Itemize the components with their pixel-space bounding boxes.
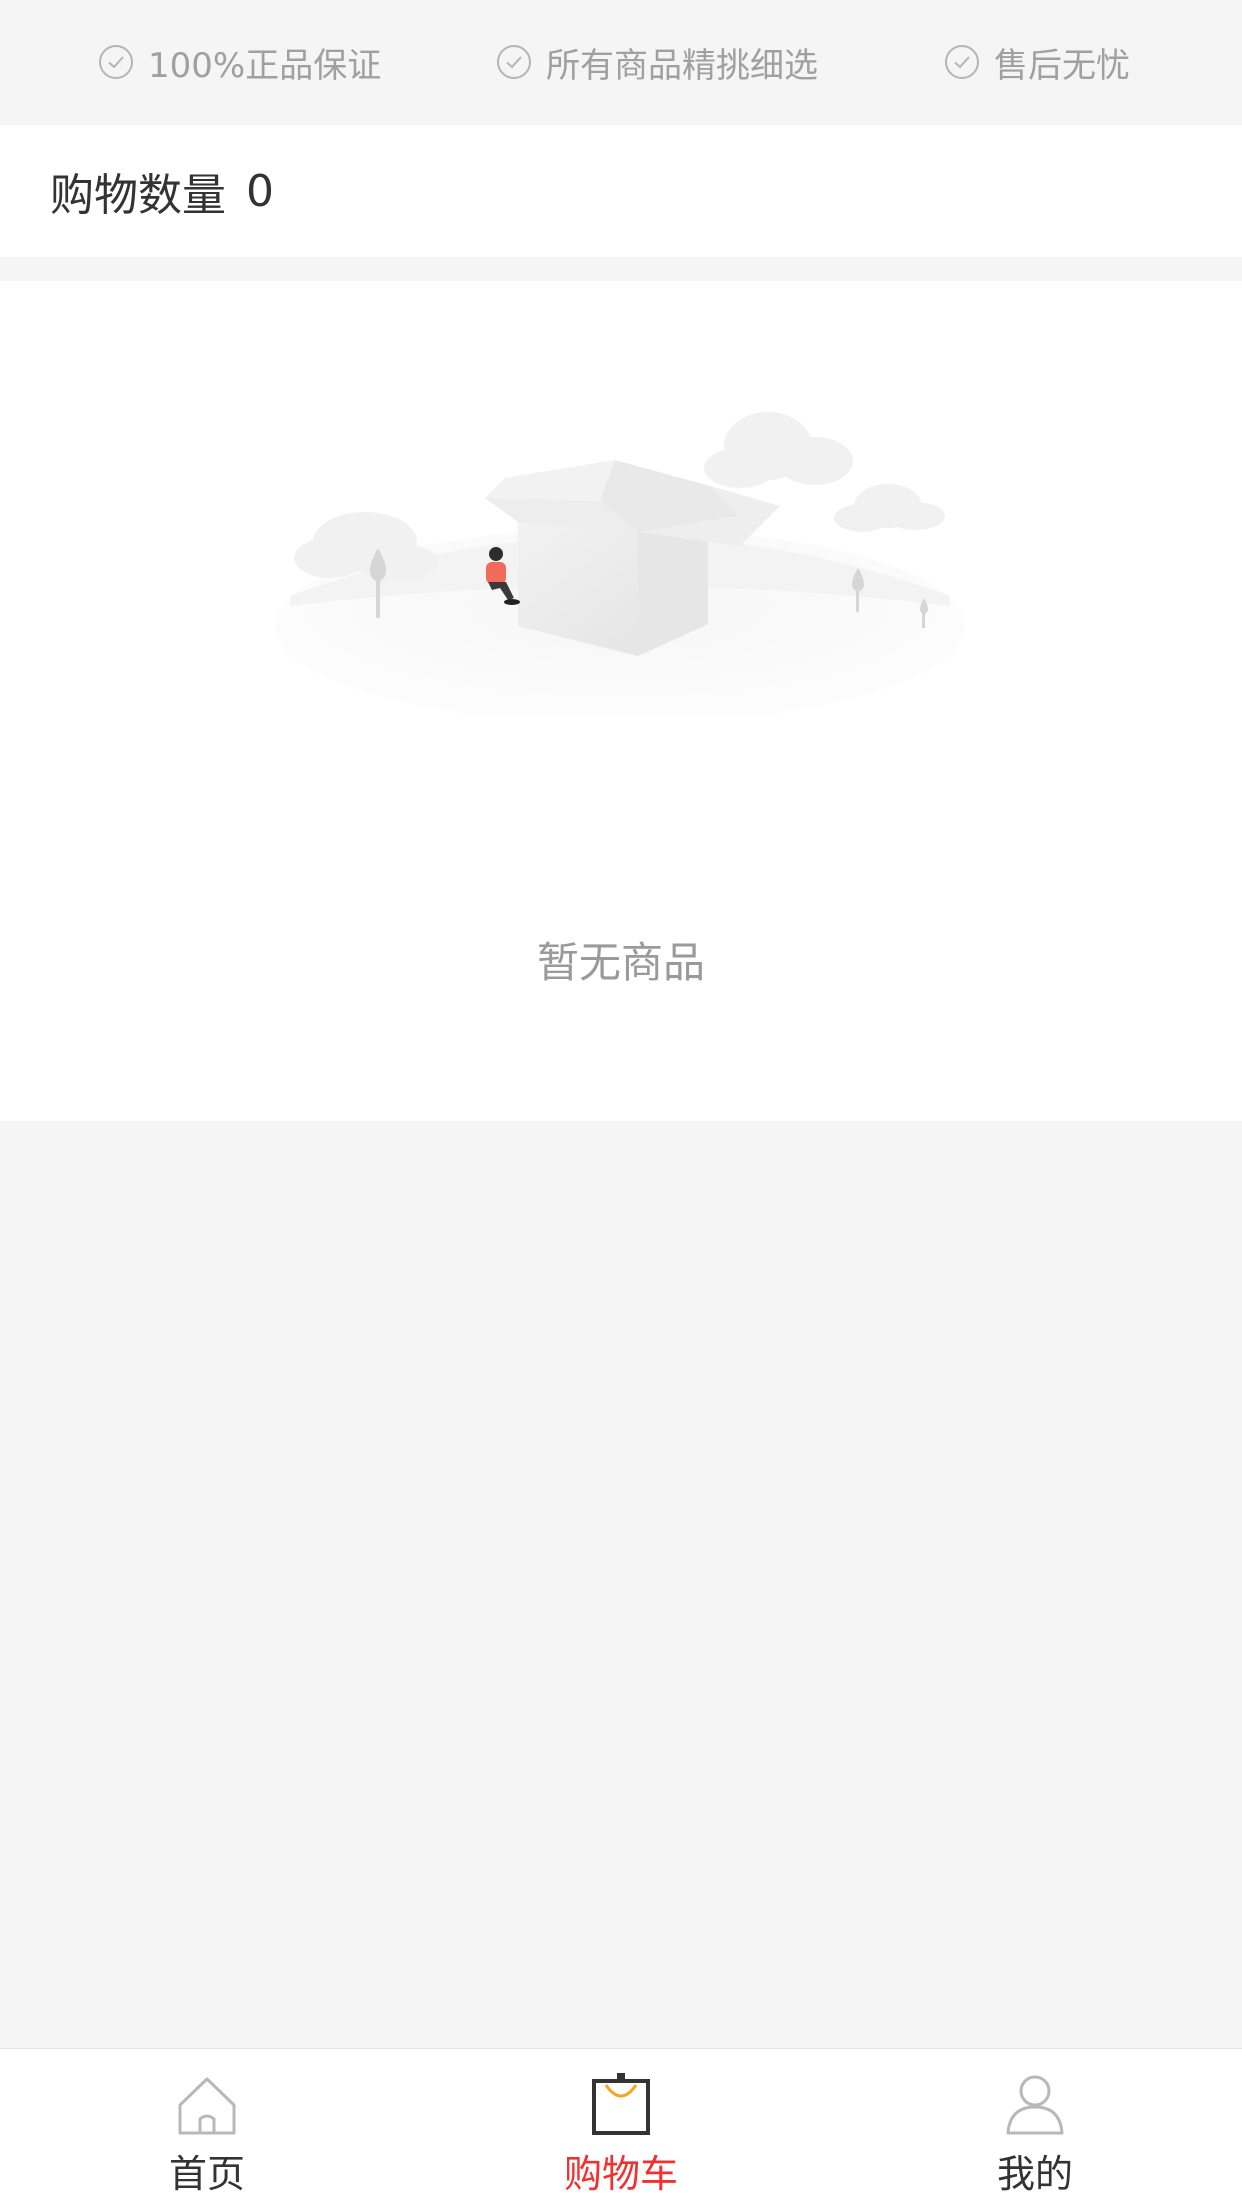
empty-message: 暂无商品	[536, 938, 705, 987]
guarantee-item-authentic: 100%正品保证	[98, 0, 381, 124]
empty-state-panel: 暂无商品	[0, 281, 1242, 1121]
tab-label: 我的	[996, 2152, 1073, 2196]
tab-label: 首页	[168, 2152, 245, 2196]
guarantee-item-selected: 所有商品精挑细选	[496, 0, 818, 124]
guarantee-item-aftersales: 售后无忧	[944, 0, 1130, 124]
check-circle-icon	[99, 45, 133, 79]
guarantee-label: 100%正品保证	[148, 45, 382, 86]
guarantee-label: 售后无忧	[994, 45, 1130, 86]
tab-profile[interactable]: 我的	[828, 2049, 1242, 2208]
check-circle-icon	[945, 45, 979, 79]
tab-cart[interactable]: 购物车	[414, 2049, 828, 2208]
tab-home[interactable]: 首页	[0, 2049, 414, 2208]
cart-count-label: 购物数量	[50, 170, 226, 221]
shopping-bag-icon	[592, 2073, 650, 2135]
cart-count-value: 0	[246, 165, 274, 217]
bottom-tab-bar: 首页 购物车 我的	[0, 2048, 1242, 2208]
cart-count-header: 购物数量 0	[0, 125, 1242, 257]
check-circle-icon	[497, 45, 531, 79]
guarantee-bar: 100%正品保证 所有商品精挑细选 售后无忧	[0, 0, 1242, 124]
tab-label: 购物车	[563, 2152, 678, 2196]
guarantee-label: 所有商品精挑细选	[546, 45, 818, 86]
user-icon	[1006, 2075, 1064, 2135]
home-icon	[178, 2077, 236, 2135]
empty-box-illustration	[275, 412, 965, 716]
